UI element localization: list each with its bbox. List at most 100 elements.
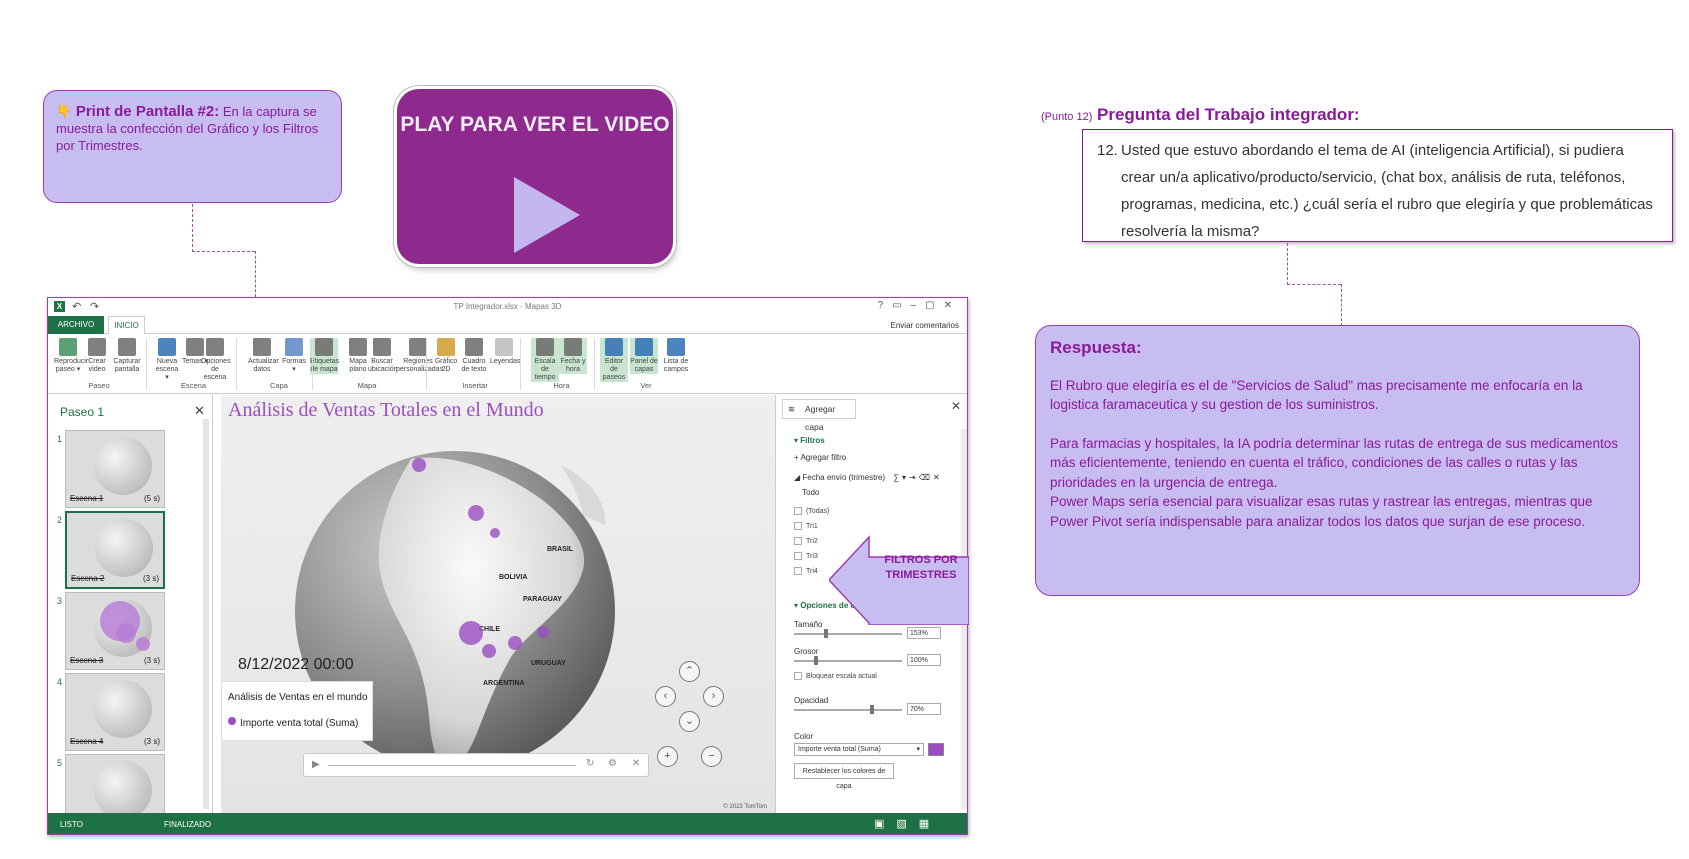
create-video-button[interactable]: Crear vídeo (83, 338, 111, 374)
tilt-up-button[interactable]: ⌃ (679, 661, 700, 682)
add-filter-button[interactable]: + Agregar filtro (794, 453, 846, 462)
shapes-button[interactable]: Formas ▾ (280, 338, 308, 374)
data-bubble (116, 623, 136, 643)
tab-archivo[interactable]: ARCHIVO (48, 316, 104, 334)
ribbon-group-label: Insertar (462, 381, 488, 390)
timeline-control[interactable]: ▶ ↻ ⚙ ✕ (303, 753, 649, 777)
gear-icon[interactable]: ⚙ (608, 758, 617, 769)
globe-thumbnail (94, 761, 152, 819)
scene-thumbnail[interactable]: Escena 1 (5 s) (65, 430, 165, 508)
shapes-icon (285, 338, 303, 356)
zoom-in-button[interactable]: + (657, 746, 678, 767)
ribbon-separator (146, 338, 147, 390)
ribbon-button-label: Buscar ubicación (368, 358, 398, 373)
quarter-checkbox-label: Tri2 (806, 538, 818, 545)
color-series-dropdown[interactable]: Importe venta total (Suma) ▾ (794, 743, 924, 756)
filter-field[interactable]: ◢ Fecha envío (trimestre) ∑▾⇥⌫✕ (794, 473, 943, 482)
quarter-checkbox[interactable] (794, 567, 802, 575)
ribbon-button-label: Editor de paseos (602, 358, 626, 381)
color-swatch[interactable] (928, 743, 944, 756)
legend-series: Importe venta total (Suma) (240, 718, 359, 729)
data-bubble (490, 528, 500, 538)
play-tour-button[interactable]: Reproducir paseo ▾ (54, 338, 88, 374)
map-canvas[interactable]: Análisis de Ventas Totales en el Mundo B… (221, 395, 775, 813)
play-video-button[interactable]: PLAY PARA VER EL VIDEO (397, 89, 673, 264)
scene-options-button[interactable]: Opciones de escena (201, 338, 231, 382)
quarter-checkbox[interactable] (794, 537, 802, 545)
country-label: PARAGUAY (523, 596, 562, 603)
filter-all-label: Todo (802, 488, 820, 497)
scene-number: 4 (57, 677, 63, 687)
tour-editor-button[interactable]: Editor de paseos (600, 338, 628, 382)
lock-scale-checkbox[interactable] (794, 672, 802, 680)
opacity-slider[interactable] (794, 705, 902, 714)
ribbon-separator (236, 338, 237, 390)
add-layer-button[interactable]: ≋ Agregar capa (782, 399, 856, 432)
new-scene-button[interactable]: Nueva escena ▾ (153, 338, 181, 382)
view-icons[interactable]: ▣▧▦ (874, 817, 941, 830)
layer-pane-button[interactable]: Panel de capas (630, 338, 658, 374)
ribbon-button-label: Fecha y hora (560, 358, 586, 373)
field-list-button[interactable]: Lista de campos (662, 338, 690, 374)
size-slider[interactable] (794, 629, 902, 638)
scene-thumbnail[interactable]: Escena 4 (3 s) (65, 673, 165, 751)
map-labels-button[interactable]: Etiquetas de mapa (310, 338, 339, 374)
quarter-checkbox[interactable] (794, 552, 802, 560)
rotate-left-button[interactable]: ‹ (655, 686, 676, 707)
find-location-button[interactable]: Buscar ubicación (368, 338, 398, 374)
tour-editor-icon (605, 338, 623, 356)
rotate-right-button[interactable]: › (703, 686, 724, 707)
answer-paragraph-3: Power Maps sería esencial para visualiza… (1050, 494, 1593, 529)
legends-button[interactable]: Leyendas (490, 338, 520, 366)
zoom-out-button[interactable]: − (701, 746, 722, 767)
send-feedback-link[interactable]: Enviar comentarios (891, 321, 959, 330)
filters-section[interactable]: ▾ Filtros (794, 436, 825, 445)
tab-inicio[interactable]: INICIO (108, 316, 145, 335)
map-legend[interactable]: Análisis de Ventas en el mundo Importe v… (221, 681, 373, 741)
loop-icon[interactable]: ↻ (586, 758, 594, 769)
size-label: Tamaño (794, 620, 823, 629)
scrollbar[interactable] (203, 419, 209, 809)
scene-number: 5 (57, 758, 63, 768)
connector-line (255, 251, 256, 297)
connector-line (1341, 284, 1342, 326)
opacity-label: Opacidad (794, 696, 829, 705)
date-time-button[interactable]: Fecha y hora (559, 338, 587, 374)
scene-label: Escena 1 (70, 494, 104, 503)
time-scale-button[interactable]: Escala de tiempo (531, 338, 559, 382)
tour-pane: Paseo 1 ✕ 1 Escena 1 (5 s) 2 Escena 2 (3 s) 3 E… (48, 395, 213, 832)
close-icon[interactable]: ✕ (632, 758, 640, 769)
close-icon[interactable]: ✕ (194, 403, 205, 419)
chart-2d-button[interactable]: Gráfico 2D (432, 338, 460, 374)
ribbon-group-label: Paseo (88, 381, 110, 390)
thickness-slider[interactable] (794, 656, 902, 665)
text-box-button[interactable]: Cuadro de texto (460, 338, 488, 374)
scene-label: Escena 2 (71, 574, 105, 583)
ribbon-group-label: Escena (180, 381, 207, 390)
connector-line (192, 251, 255, 252)
quarter-checkbox[interactable] (794, 507, 802, 515)
scene-thumbnail[interactable]: Escena 2 (3 s) (65, 511, 165, 589)
status-bar: LISTO FINALIZADO ▣▧▦ (48, 813, 967, 834)
answer-box: Respuesta: El Rubro que elegiría es el d… (1035, 325, 1640, 596)
reset-colors-button[interactable]: Restablecer los colores de capa (794, 763, 894, 790)
tilt-down-button[interactable]: ⌄ (679, 711, 700, 732)
capture-screen-button[interactable]: Capturar pantalla (113, 338, 141, 374)
window-controls[interactable]: ?▭–▢✕ (878, 300, 961, 311)
play-icon[interactable]: ▶ (312, 759, 320, 770)
play-icon (514, 177, 580, 253)
quarter-checkbox[interactable] (794, 522, 802, 530)
size-value[interactable]: 153% (907, 627, 941, 639)
close-icon[interactable]: ✕ (951, 399, 961, 413)
ribbon-button-label: Crear vídeo (88, 358, 106, 373)
thickness-value[interactable]: 100% (907, 654, 941, 666)
opacity-value[interactable]: 70% (907, 703, 941, 715)
filtros-label: FILTROS POR TRIMESTRES (884, 554, 958, 581)
timeline-track[interactable] (328, 765, 576, 766)
scene-duration: (3 s) (144, 656, 160, 665)
scene-thumbnail[interactable]: Escena 3 (3 s) (65, 592, 165, 670)
refresh-data-button[interactable]: Actualizar datos (248, 338, 279, 374)
thickness-label: Grosor (794, 647, 819, 656)
ribbon-button-label: Gráfico 2D (434, 358, 458, 373)
play-tour-icon (59, 338, 77, 356)
